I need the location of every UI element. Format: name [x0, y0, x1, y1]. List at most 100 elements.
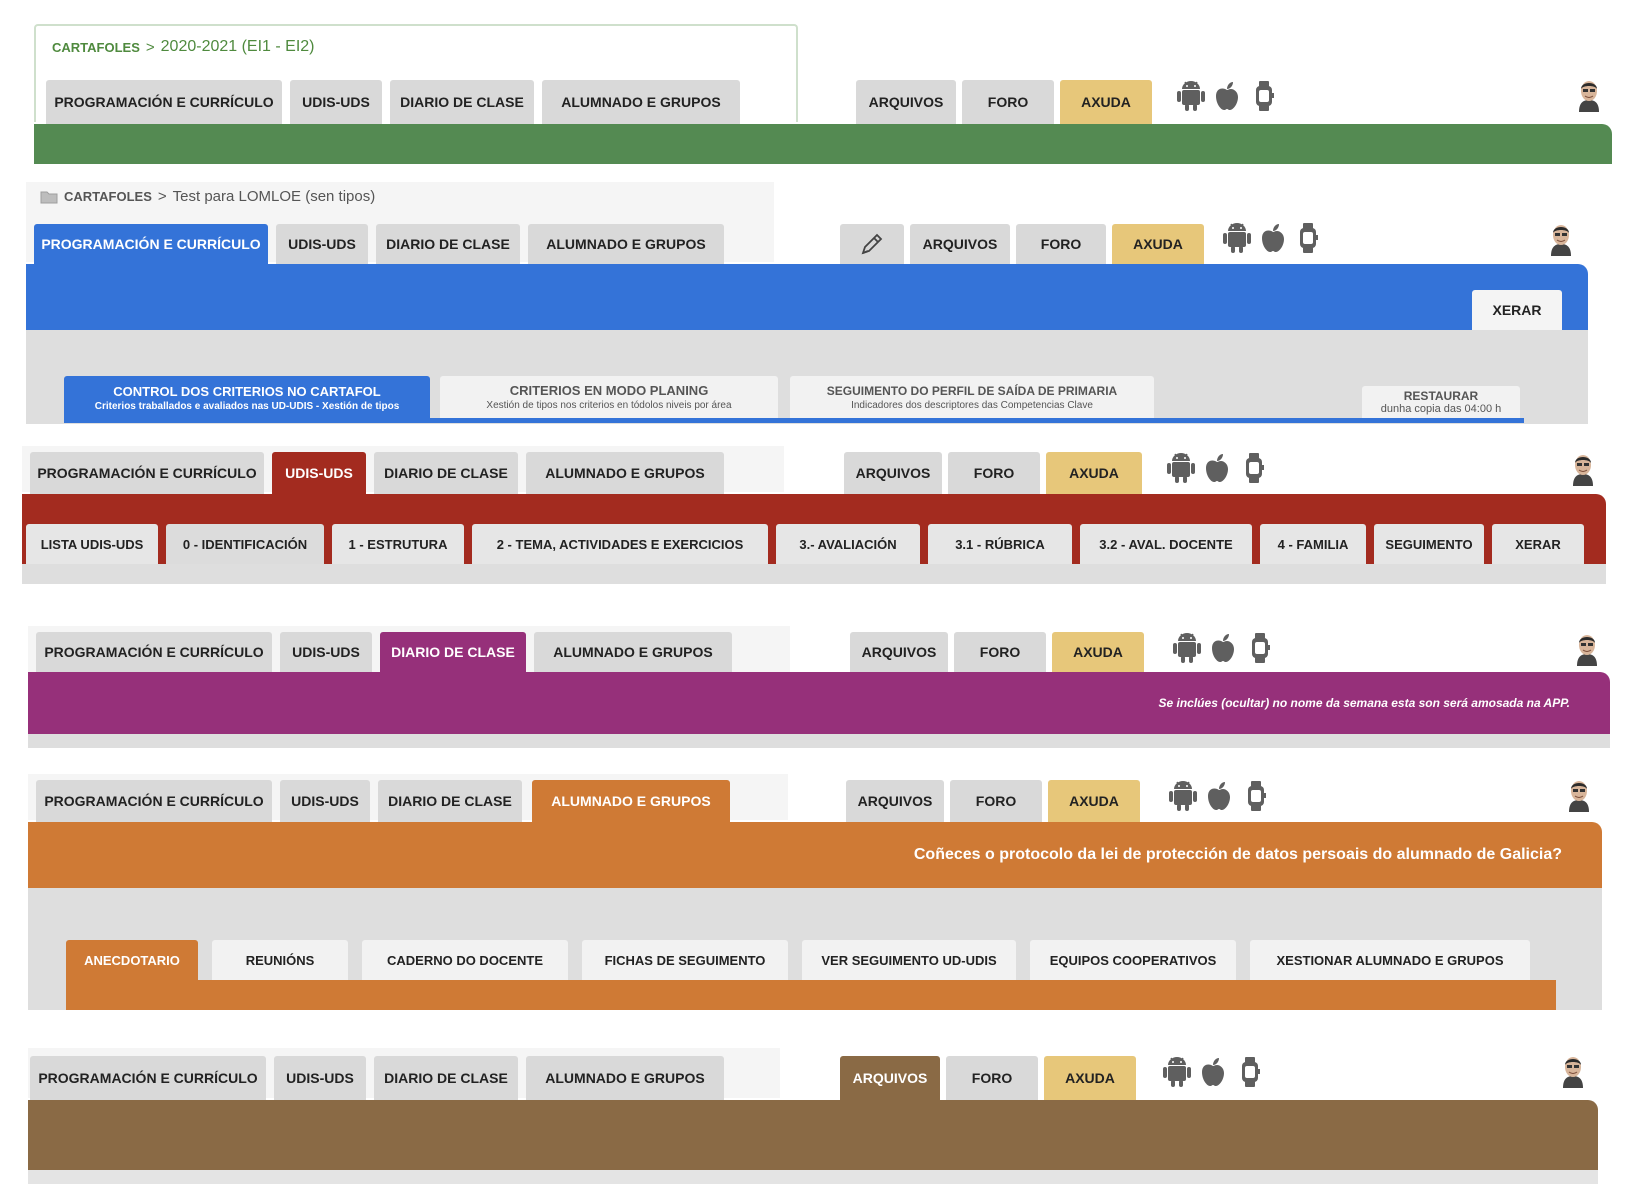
subtab-avaliacion[interactable]: 3.- AVALIACIÓN	[776, 524, 920, 564]
tab-alumnado[interactable]: ALUMNADO E GRUPOS	[526, 1056, 724, 1100]
subtab-control-criterios[interactable]: CONTROL DOS CRITERIOS NO CARTAFOL Criter…	[64, 376, 430, 420]
android-icon[interactable]	[1166, 452, 1196, 484]
breadcrumb: CARTAFOLES > Test para LOMLOE (sen tipos…	[40, 188, 375, 205]
tab-foro[interactable]: FORO	[946, 1056, 1038, 1100]
tab-foro[interactable]: FORO	[948, 452, 1040, 494]
apple-icon[interactable]	[1208, 632, 1238, 664]
breadcrumb-separator: >	[145, 38, 155, 56]
tab-axuda[interactable]: AXUDA	[1060, 80, 1152, 124]
apple-icon[interactable]	[1212, 80, 1242, 112]
subtab-title: CRITERIOS EN MODO PLANING	[509, 383, 709, 398]
tab-programacion[interactable]: PROGRAMACIÓN E CURRÍCULO	[30, 452, 264, 494]
tab-edit[interactable]	[840, 224, 904, 264]
data-protection-link[interactable]: Coñeces o protocolo da lei de protección…	[914, 846, 1562, 864]
tab-udis[interactable]: UDIS-UDS	[280, 632, 372, 672]
tab-diario[interactable]: DIARIO DE CLASE	[390, 80, 534, 124]
tab-udis[interactable]: UDIS-UDS	[276, 224, 368, 264]
watch-icon[interactable]	[1240, 1056, 1260, 1088]
tab-diario[interactable]: DIARIO DE CLASE	[374, 452, 518, 494]
tab-diario[interactable]: DIARIO DE CLASE	[374, 1056, 518, 1100]
subtab-rubrica[interactable]: 3.1 - RÚBRICA	[928, 524, 1072, 564]
android-icon[interactable]	[1162, 1056, 1192, 1088]
tab-udis[interactable]: UDIS-UDS	[274, 1056, 366, 1100]
tab-programacion[interactable]: PROGRAMACIÓN E CURRÍCULO	[36, 632, 272, 672]
avatar[interactable]	[1570, 452, 1596, 486]
tab-alumnado[interactable]: ALUMNADO E GRUPOS	[542, 80, 740, 124]
tab-arquivos[interactable]: ARQUIVOS	[856, 80, 956, 124]
subtab-estrutura[interactable]: 1 - ESTRUTURA	[332, 524, 464, 564]
android-icon[interactable]	[1168, 780, 1198, 812]
subtab-reunions[interactable]: REUNIÓNS	[212, 940, 348, 980]
tab-arquivos[interactable]: ARQUIVOS	[910, 224, 1010, 264]
subtab-caderno-docente[interactable]: CADERNO DO DOCENTE	[362, 940, 568, 980]
subtab-perfil-saida[interactable]: SEGUIMENTO DO PERFIL DE SAÍDA DE PRIMARI…	[790, 376, 1154, 418]
subtab-equipos-cooperativos[interactable]: EQUIPOS COOPERATIVOS	[1030, 940, 1236, 980]
avatar[interactable]	[1560, 1054, 1586, 1088]
watch-icon[interactable]	[1244, 452, 1264, 484]
tab-programacion[interactable]: PROGRAMACIÓN E CURRÍCULO	[30, 1056, 266, 1100]
tab-alumnado-active[interactable]: ALUMNADO E GRUPOS	[532, 780, 730, 822]
tab-programacion[interactable]: PROGRAMACIÓN E CURRÍCULO	[46, 80, 282, 124]
subtab-anecdotario-active[interactable]: ANECDOTARIO	[66, 940, 198, 980]
watch-icon[interactable]	[1250, 632, 1270, 664]
subtab-xestionar-alumnado[interactable]: XESTIONAR ALUMNADO E GRUPOS	[1250, 940, 1530, 980]
apple-icon[interactable]	[1204, 780, 1234, 812]
android-icon[interactable]	[1172, 632, 1202, 664]
breadcrumb-leaf[interactable]: 2020-2021 (EI1 - EI2)	[161, 38, 315, 56]
apple-icon[interactable]	[1202, 452, 1232, 484]
tab-udis[interactable]: UDIS-UDS	[290, 80, 382, 124]
watch-icon[interactable]	[1246, 780, 1266, 812]
subtab-seguimento[interactable]: SEGUIMENTO	[1374, 524, 1484, 564]
subtab-xerar[interactable]: XERAR	[1492, 524, 1584, 564]
tab-axuda[interactable]: AXUDA	[1046, 452, 1142, 494]
tab-diario[interactable]: DIARIO DE CLASE	[376, 224, 520, 264]
subtab-fichas-seguimento[interactable]: FICHAS DE SEGUIMENTO	[582, 940, 788, 980]
tab-diario[interactable]: DIARIO DE CLASE	[378, 780, 522, 822]
tab-programacion-active[interactable]: PROGRAMACIÓN E CURRÍCULO	[34, 224, 268, 264]
tab-axuda[interactable]: AXUDA	[1052, 632, 1144, 672]
restaurar-button[interactable]: RESTAURAR dunha copia das 04:00 h	[1362, 386, 1520, 418]
tab-arquivos-active[interactable]: ARQUIVOS	[840, 1056, 940, 1100]
subtab-modo-planing[interactable]: CRITERIOS EN MODO PLANING Xestión de tip…	[440, 376, 778, 418]
subtab-identificacion[interactable]: 0 - IDENTIFICACIÓN	[166, 524, 324, 564]
tab-axuda[interactable]: AXUDA	[1044, 1056, 1136, 1100]
orange-bar: Coñeces o protocolo da lei de protección…	[28, 822, 1602, 888]
tab-udis[interactable]: UDIS-UDS	[280, 780, 370, 822]
tab-alumnado[interactable]: ALUMNADO E GRUPOS	[528, 224, 724, 264]
subtab-aval-docente[interactable]: 3.2 - AVAL. DOCENTE	[1080, 524, 1252, 564]
tab-alumnado[interactable]: ALUMNADO E GRUPOS	[534, 632, 732, 672]
tab-arquivos[interactable]: ARQUIVOS	[844, 452, 942, 494]
avatar[interactable]	[1548, 222, 1574, 256]
watch-icon[interactable]	[1254, 80, 1274, 112]
gray-strip	[28, 734, 1610, 748]
avatar[interactable]	[1566, 778, 1592, 812]
tab-foro[interactable]: FORO	[1016, 224, 1106, 264]
breadcrumb-root[interactable]: CARTAFOLES	[52, 40, 140, 55]
tab-alumnado[interactable]: ALUMNADO E GRUPOS	[526, 452, 724, 494]
subtab-tema[interactable]: 2 - TEMA, ACTIVIDADES E EXERCICIOS	[472, 524, 768, 564]
xerar-button[interactable]: XERAR	[1472, 290, 1562, 330]
tab-udis-active[interactable]: UDIS-UDS	[272, 452, 366, 494]
avatar[interactable]	[1574, 632, 1600, 666]
watch-icon[interactable]	[1298, 222, 1318, 254]
breadcrumb-root[interactable]: CARTAFOLES	[64, 189, 152, 204]
apple-icon[interactable]	[1258, 222, 1288, 254]
subtab-lista[interactable]: LISTA UDIS-UDS	[26, 524, 158, 564]
tab-arquivos[interactable]: ARQUIVOS	[846, 780, 944, 822]
avatar[interactable]	[1576, 78, 1602, 112]
android-icon[interactable]	[1222, 222, 1252, 254]
tab-arquivos[interactable]: ARQUIVOS	[850, 632, 948, 672]
tab-foro[interactable]: FORO	[962, 80, 1054, 124]
android-icon[interactable]	[1176, 80, 1206, 112]
tab-foro[interactable]: FORO	[950, 780, 1042, 822]
apple-icon[interactable]	[1198, 1056, 1228, 1088]
subtab-ver-seguimento[interactable]: VER SEGUIMENTO UD-UDIS	[802, 940, 1016, 980]
subtab-familia[interactable]: 4 - FAMILIA	[1260, 524, 1366, 564]
breadcrumb-leaf[interactable]: Test para LOMLOE (sen tipos)	[173, 188, 376, 205]
tab-foro[interactable]: FORO	[954, 632, 1046, 672]
tab-axuda[interactable]: AXUDA	[1048, 780, 1140, 822]
tab-axuda[interactable]: AXUDA	[1112, 224, 1204, 264]
tab-diario-active[interactable]: DIARIO DE CLASE	[380, 632, 526, 672]
gray-strip	[28, 1170, 1598, 1184]
tab-programacion[interactable]: PROGRAMACIÓN E CURRÍCULO	[36, 780, 272, 822]
